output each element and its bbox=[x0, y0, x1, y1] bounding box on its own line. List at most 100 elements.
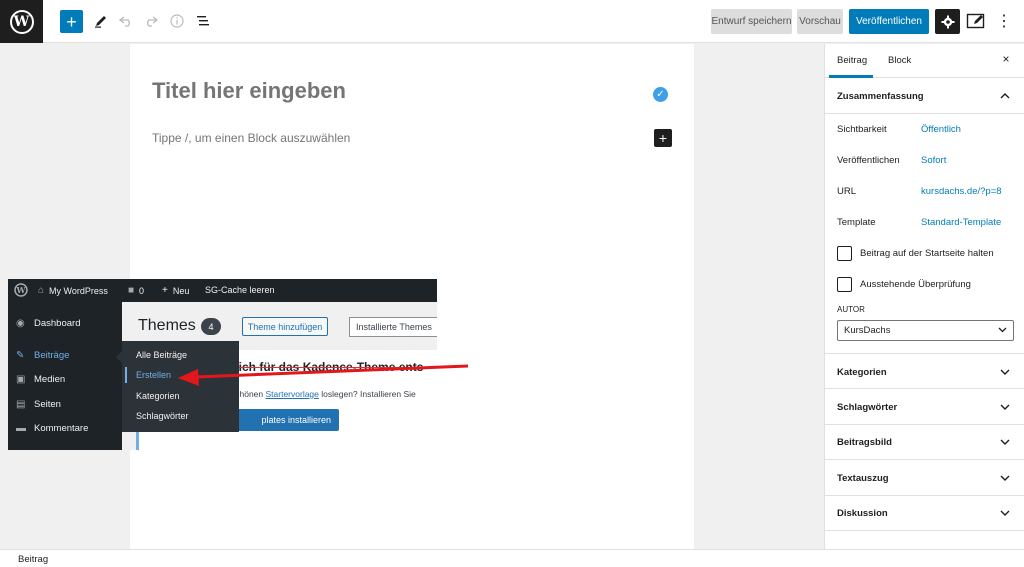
undo-icon[interactable] bbox=[116, 11, 136, 31]
featured-image-panel-header[interactable]: Beitragsbild bbox=[825, 424, 1024, 460]
template-label: Template bbox=[837, 217, 876, 228]
tab-post[interactable]: Beitrag bbox=[837, 55, 867, 66]
pending-review-label: Ausstehende Überprüfung bbox=[860, 279, 971, 290]
publish-label: Veröffentlichen bbox=[837, 155, 900, 166]
visibility-value[interactable]: Öffentlich bbox=[921, 124, 961, 135]
publish-value[interactable]: Sofort bbox=[921, 155, 946, 166]
menu-label: Medien bbox=[34, 374, 66, 385]
breadcrumb[interactable]: Beitrag bbox=[18, 554, 48, 565]
editor-toolbar: W + Entwurf speichern Vorschau Veröffent… bbox=[0, 0, 1024, 43]
panel-title: Textauszug bbox=[837, 473, 889, 484]
discussion-panel-header[interactable]: Diskussion bbox=[825, 495, 1024, 531]
notice-text: schönen Startervorlage loslegen? Install… bbox=[231, 389, 416, 399]
template-value[interactable]: Standard-Template bbox=[921, 217, 1001, 228]
menu-label: Dashboard bbox=[34, 318, 81, 329]
chevron-down-icon bbox=[999, 436, 1011, 448]
submenu-tags: Schlagwörter bbox=[136, 411, 189, 421]
author-select[interactable]: KursDachs bbox=[837, 320, 1014, 341]
publish-button[interactable]: Veröffentlichen bbox=[849, 9, 929, 34]
admin-bar-cache: SG-Cache leeren bbox=[205, 285, 275, 295]
home-icon: ⌂ bbox=[38, 285, 45, 296]
author-value: KursDachs bbox=[844, 325, 891, 336]
admin-menu: ◉ Dashboard ✎ Beiträge ▣ Medien ▤ Seiten ▬ Ko… bbox=[8, 302, 122, 450]
plus-icon: + bbox=[162, 285, 168, 296]
themes-title: Themes bbox=[138, 317, 196, 334]
menu-item-comments: ▬ Kommentare bbox=[16, 423, 88, 434]
panel-title: Zusammenfassung bbox=[837, 91, 924, 102]
dashboard-icon: ◉ bbox=[16, 318, 25, 329]
tags-panel-header[interactable]: Schlagwörter bbox=[825, 389, 1024, 425]
submenu-active-marker bbox=[125, 367, 127, 383]
chevron-down-icon bbox=[999, 507, 1011, 519]
sticky-label: Beitrag auf der Startseite halten bbox=[860, 248, 994, 259]
sidebar-tabs: Beitrag Block × bbox=[825, 44, 1024, 78]
submenu-categories: Kategorien bbox=[136, 391, 180, 401]
pencil-icon[interactable] bbox=[91, 11, 111, 31]
chevron-down-icon bbox=[999, 366, 1011, 378]
embedded-screenshot-image: W ⌂ My WordPress ■ 0 + Neu SG-Cache leeren … bbox=[8, 279, 437, 450]
check-icon: ✓ bbox=[653, 87, 668, 102]
menu-label: Kommentare bbox=[34, 423, 89, 434]
summary-panel-header[interactable]: Zusammenfassung bbox=[825, 78, 1024, 114]
author-label: AUTOR bbox=[837, 305, 865, 314]
pages-icon: ▤ bbox=[16, 399, 26, 410]
preview-button[interactable]: Vorschau bbox=[797, 9, 843, 34]
view-mode-button[interactable] bbox=[966, 12, 986, 32]
url-label: URL bbox=[837, 186, 857, 197]
list-view-icon[interactable] bbox=[193, 11, 213, 31]
admin-bar-comments: ■ 0 bbox=[128, 285, 144, 296]
url-value[interactable]: kursdachs.de/?p=8 bbox=[921, 186, 1002, 197]
menu-label: Seiten bbox=[34, 399, 61, 410]
panel-title: Beitragsbild bbox=[837, 437, 892, 448]
themes-count-badge: 4 bbox=[201, 318, 221, 335]
visibility-label: Sichtbarkeit bbox=[837, 124, 887, 135]
pending-review-checkbox[interactable] bbox=[837, 277, 852, 292]
gear-icon bbox=[941, 15, 954, 28]
site-name: My WordPress bbox=[49, 285, 108, 296]
save-draft-button[interactable]: Entwurf speichern bbox=[711, 9, 792, 34]
chevron-up-icon bbox=[999, 90, 1011, 102]
menu-item-posts: ✎ Beiträge bbox=[16, 350, 69, 361]
block-placeholder[interactable]: Tippe /, um einen Block auszuwählen bbox=[152, 131, 350, 145]
comments-icon: ▬ bbox=[16, 423, 26, 434]
submenu-all-posts: Alle Beiträge bbox=[136, 350, 188, 360]
wordpress-logo-icon: W bbox=[9, 9, 34, 34]
notice-heading: sich für das Kadence-Theme ents bbox=[232, 360, 424, 374]
more-vertical-icon[interactable]: ⋮ bbox=[996, 11, 1012, 31]
chevron-down-icon bbox=[999, 472, 1011, 484]
menu-item-dashboard: ◉ Dashboard bbox=[16, 318, 80, 329]
inline-add-block-button[interactable]: + bbox=[654, 129, 672, 147]
admin-bar-site: ⌂ My WordPress bbox=[38, 285, 108, 296]
submenu-caret bbox=[116, 351, 122, 363]
post-title-input[interactable]: Titel hier eingeben bbox=[152, 78, 346, 104]
admin-bar: W ⌂ My WordPress ■ 0 + Neu SG-Cache leeren bbox=[8, 279, 437, 302]
close-icon[interactable]: × bbox=[999, 52, 1013, 66]
pin-icon: ✎ bbox=[16, 350, 25, 361]
notice-link: Startervorlage bbox=[265, 389, 319, 399]
panel-title: Kategorien bbox=[837, 367, 887, 378]
add-block-button[interactable]: + bbox=[60, 10, 83, 33]
settings-button[interactable] bbox=[935, 9, 960, 34]
panel-title: Diskussion bbox=[837, 508, 888, 519]
svg-text:W: W bbox=[16, 285, 27, 295]
menu-label: Beiträge bbox=[34, 350, 70, 361]
wordpress-logo-icon: W bbox=[14, 283, 28, 297]
panel-title: Schlagwörter bbox=[837, 402, 898, 413]
comment-icon: ■ bbox=[128, 285, 135, 296]
wordpress-logo-button[interactable]: W bbox=[0, 0, 43, 43]
sticky-checkbox[interactable] bbox=[837, 246, 852, 261]
info-icon[interactable] bbox=[167, 11, 187, 31]
cache-label: SG-Cache leeren bbox=[205, 285, 275, 295]
edit-view-icon bbox=[966, 13, 985, 29]
new-label: Neu bbox=[172, 285, 190, 296]
excerpt-panel-header[interactable]: Textauszug bbox=[825, 460, 1024, 496]
theme-search-input: Installierte Themes bbox=[349, 317, 437, 337]
chevron-down-icon bbox=[998, 325, 1007, 335]
tab-block[interactable]: Block bbox=[888, 55, 911, 66]
categories-panel-header[interactable]: Kategorien bbox=[825, 353, 1024, 389]
redo-icon[interactable] bbox=[141, 11, 161, 31]
add-theme-button: Theme hinzufügen bbox=[242, 317, 328, 336]
chevron-down-icon bbox=[999, 401, 1011, 413]
admin-bar-new: + Neu bbox=[162, 285, 189, 296]
editor-footer: Beitrag bbox=[0, 549, 1024, 567]
